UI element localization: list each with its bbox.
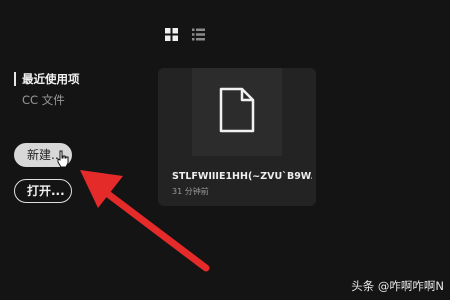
document-icon: [219, 87, 255, 133]
watermark: 头条 @咋啊咋啊N: [351, 279, 444, 293]
nav-item-recent[interactable]: 最近使用项: [14, 70, 80, 88]
app-window: 最近使用项 CC 文件 新建... 打开... STLFWIIIE1HH(~ZV…: [0, 0, 450, 300]
grid-view-icon[interactable]: [165, 28, 178, 41]
view-toggle: [165, 28, 205, 41]
hand-cursor-icon: [57, 150, 69, 168]
file-name: STLFWIIIE1HH(~ZVU`B9W...: [172, 171, 312, 182]
sidebar-nav: 最近使用项 CC 文件: [14, 70, 80, 109]
list-view-icon[interactable]: [192, 28, 205, 41]
file-thumbnail: [192, 68, 282, 156]
open-button[interactable]: 打开...: [14, 179, 72, 203]
nav-item-cc-files[interactable]: CC 文件: [14, 91, 80, 109]
file-modified-time: 31 分钟前: [172, 187, 209, 196]
recent-file-card[interactable]: STLFWIIIE1HH(~ZVU`B9W... 31 分钟前: [158, 68, 316, 206]
